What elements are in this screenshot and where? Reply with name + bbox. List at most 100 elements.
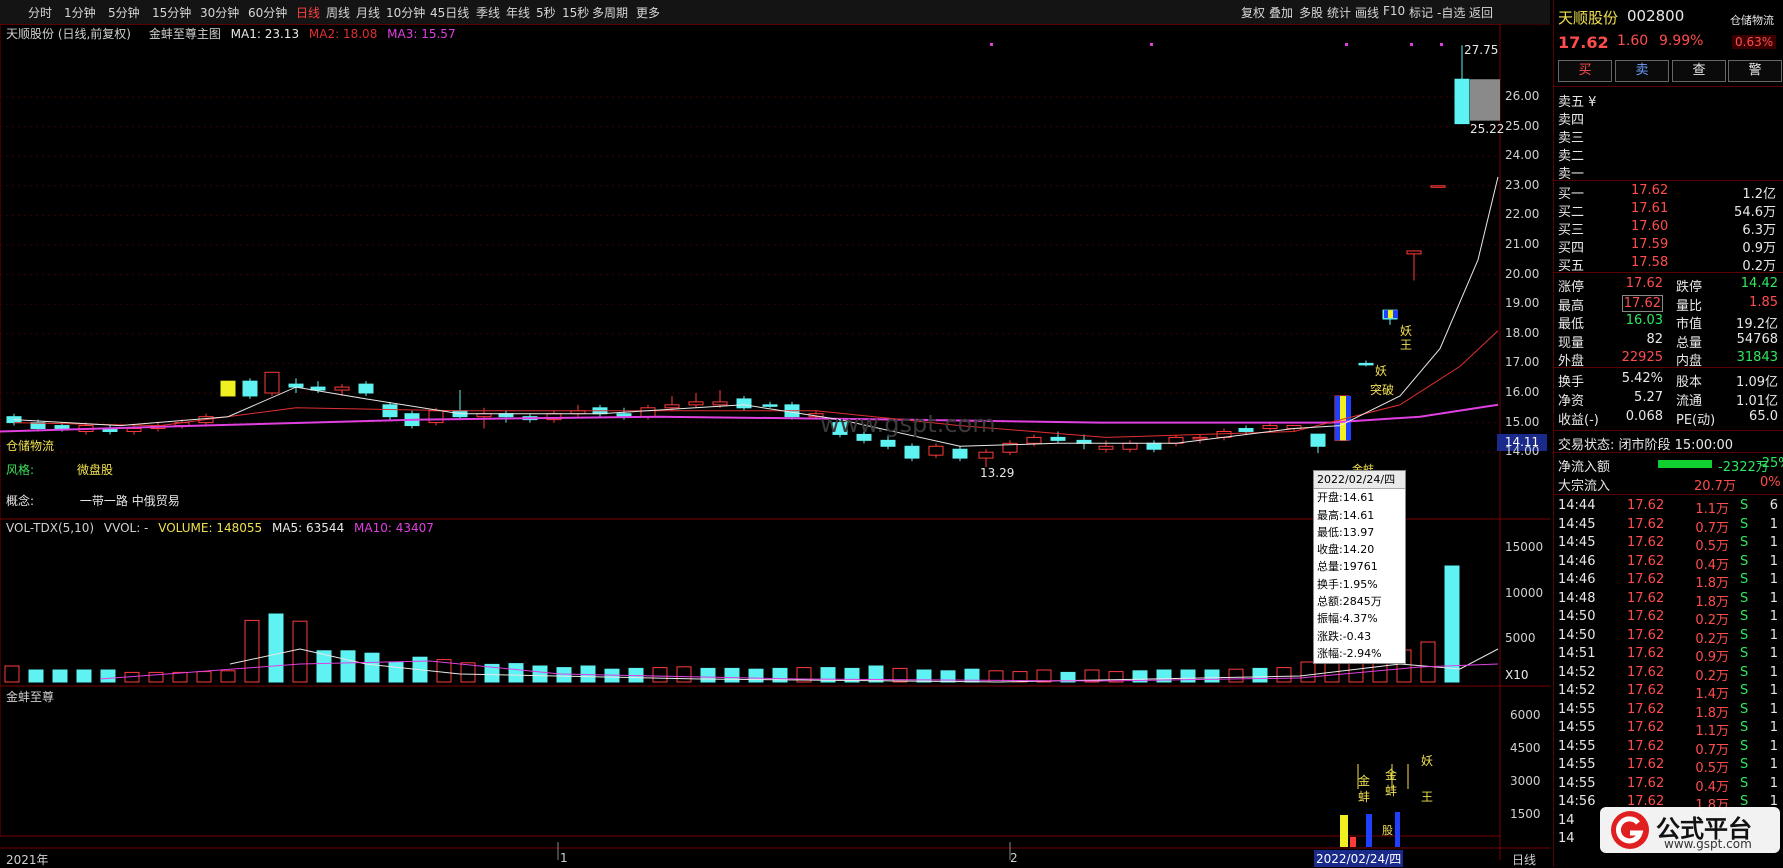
period-tab-13[interactable]: 5秒: [536, 4, 556, 21]
tool-button-0[interactable]: 复权: [1241, 4, 1265, 21]
tick-row[interactable]: 14:55 17.62 1.8万 S 1: [1554, 701, 1783, 721]
quote-header: 天顺股份 002800 仓储物流: [1554, 6, 1783, 28]
period-tab-0[interactable]: 分时: [28, 4, 52, 21]
period-tab-8[interactable]: 月线: [356, 4, 380, 21]
bid-row[interactable]: 买二 17.61 54.6万: [1554, 200, 1783, 220]
tool-button-2[interactable]: 多股: [1299, 4, 1323, 21]
ask-row[interactable]: 卖三: [1554, 126, 1783, 146]
ask-row[interactable]: 卖一: [1554, 162, 1783, 182]
signal-dot: [1440, 43, 1443, 46]
tick-row[interactable]: 14:46 17.62 1.8万 S 1: [1554, 571, 1783, 591]
period-tab-10[interactable]: 45日线: [430, 4, 469, 21]
ind-bar-red: [1350, 837, 1356, 847]
candle-body: [640, 407, 656, 418]
bid-row[interactable]: 买一 17.62 1.2亿: [1554, 182, 1783, 202]
tick-row[interactable]: 14:55 17.62 0.4万 S 1: [1554, 775, 1783, 795]
volume-bar: [1420, 641, 1436, 683]
period-tab-4[interactable]: 30分钟: [200, 4, 239, 21]
trade-button-3[interactable]: 警: [1728, 60, 1782, 82]
tick-row[interactable]: 14:44 17.62 1.1万 S 6: [1554, 497, 1783, 517]
block-inflow-row: 大宗流入 20.7万 0%: [1554, 474, 1783, 494]
period-tab-12[interactable]: 年线: [506, 4, 530, 21]
period-tab-6[interactable]: 日线: [296, 4, 320, 21]
period-tab-14[interactable]: 15秒: [562, 4, 589, 21]
period-tab-15[interactable]: 多周期: [592, 4, 628, 21]
volume-bar: [76, 669, 92, 683]
candle-body: [1262, 425, 1278, 430]
volume-bar: [508, 663, 524, 683]
tick-side: S: [1740, 498, 1749, 513]
period-tab-9[interactable]: 10分钟: [386, 4, 425, 21]
volume-bar: [148, 671, 164, 683]
ask-row[interactable]: 卖五 ¥: [1554, 90, 1783, 110]
bid-row[interactable]: 买三 17.60 6.3万: [1554, 218, 1783, 238]
period-tab-3[interactable]: 15分钟: [152, 4, 191, 21]
quote-code: 002800: [1627, 7, 1685, 25]
candle-body: [242, 380, 258, 397]
block-inflow-pct: 0%: [1760, 475, 1781, 490]
trade-button-1[interactable]: 卖: [1615, 60, 1669, 82]
candle-body: [1146, 442, 1162, 450]
stat-value-2: 54768: [1736, 331, 1778, 347]
tick-count: 1: [1769, 664, 1778, 680]
tick-time: 14:50: [1558, 627, 1596, 643]
bid-row[interactable]: 买五 17.58 0.2万: [1554, 254, 1783, 274]
period-tab-1[interactable]: 1分钟: [64, 4, 96, 21]
tool-button-5[interactable]: F10: [1383, 4, 1405, 18]
stat-row: 现量 82 总量 54768: [1554, 331, 1783, 351]
tick-row[interactable]: 14:45 17.62 0.7万 S 1: [1554, 516, 1783, 536]
trade-button-2[interactable]: 查: [1672, 60, 1726, 82]
tick-price: 17.62: [1627, 609, 1665, 624]
date-start: 2021年: [6, 853, 49, 867]
ask-row[interactable]: 卖二: [1554, 144, 1783, 164]
bid-row[interactable]: 买四 17.59 0.9万: [1554, 236, 1783, 256]
stat2-value-2: 1.01亿: [1736, 394, 1778, 409]
tick-row[interactable]: 14:50 17.62 0.2万 S 1: [1554, 608, 1783, 628]
quote-panel: 天顺股份 002800 仓储物流 17.62 1.60 9.99% 0.63% …: [1553, 0, 1783, 867]
candle-body: [1122, 442, 1138, 450]
indicator-tick: 6000: [1510, 708, 1541, 722]
candle-body: [664, 404, 680, 409]
tick-row[interactable]: 14:55 17.62 1.1万 S 1: [1554, 719, 1783, 739]
candle-body: [904, 445, 920, 459]
tick-count: 6: [1769, 498, 1778, 513]
tick-time: 14:55: [1558, 701, 1596, 717]
period-tab-5[interactable]: 60分钟: [248, 4, 287, 21]
tick-row[interactable]: 14:45 17.62 0.5万 S 1: [1554, 534, 1783, 554]
tool-button-6[interactable]: 标记: [1409, 4, 1433, 21]
candle-body: [736, 398, 752, 409]
candle-body: [1310, 433, 1326, 447]
vol-name: VOL-TDX(5,10): [6, 521, 95, 535]
tick-row[interactable]: 14:48 17.62 1.8万 S 1: [1554, 590, 1783, 610]
tick-row[interactable]: 14:55 17.62 0.5万 S 1: [1554, 756, 1783, 776]
tick-volume: 0.5万: [1695, 761, 1729, 776]
tool-button-4[interactable]: 画线: [1355, 4, 1379, 21]
tick-side: S: [1740, 535, 1749, 550]
tick-row[interactable]: 14:55 17.62 0.7万 S 1: [1554, 738, 1783, 758]
bid-price: 17.62: [1631, 183, 1669, 198]
price-tick: 18.00: [1505, 325, 1540, 340]
period-tab-2[interactable]: 5分钟: [108, 4, 140, 21]
bar-tooltip: 2022/02/24/四 开盘:14.61 最高:14.61 最低:13.97 …: [1313, 470, 1406, 664]
tick-row[interactable]: 14:46 17.62 0.4万 S 1: [1554, 553, 1783, 573]
tick-count: 1: [1769, 720, 1778, 735]
kline-chart[interactable]: [0, 24, 1550, 860]
tool-button-1[interactable]: 叠加: [1269, 4, 1293, 21]
stat-label-2: 量比: [1676, 298, 1703, 314]
tick-row[interactable]: 14:51 17.62 0.9万 S 1: [1554, 645, 1783, 665]
period-tab-11[interactable]: 季线: [476, 4, 500, 21]
tick-row[interactable]: 14:52 17.62 1.4万 S 1: [1554, 682, 1783, 702]
ask-row[interactable]: 卖四: [1554, 108, 1783, 128]
tool-button-7[interactable]: -自选: [1437, 4, 1465, 21]
period-tab-16[interactable]: 更多: [636, 4, 660, 21]
candle-body: [880, 439, 896, 447]
ind-wang: 王: [1421, 790, 1434, 804]
trade-button-0[interactable]: 买: [1558, 60, 1612, 82]
peak-candle: [1470, 79, 1500, 121]
tool-button-3[interactable]: 统计: [1327, 4, 1351, 21]
tick-row[interactable]: 14:52 17.62 0.2万 S 1: [1554, 664, 1783, 684]
tool-button-8[interactable]: 返回: [1469, 4, 1493, 21]
volume-bar: [676, 666, 692, 683]
tick-row[interactable]: 14:50 17.62 0.2万 S 1: [1554, 627, 1783, 647]
period-tab-7[interactable]: 周线: [326, 4, 350, 21]
